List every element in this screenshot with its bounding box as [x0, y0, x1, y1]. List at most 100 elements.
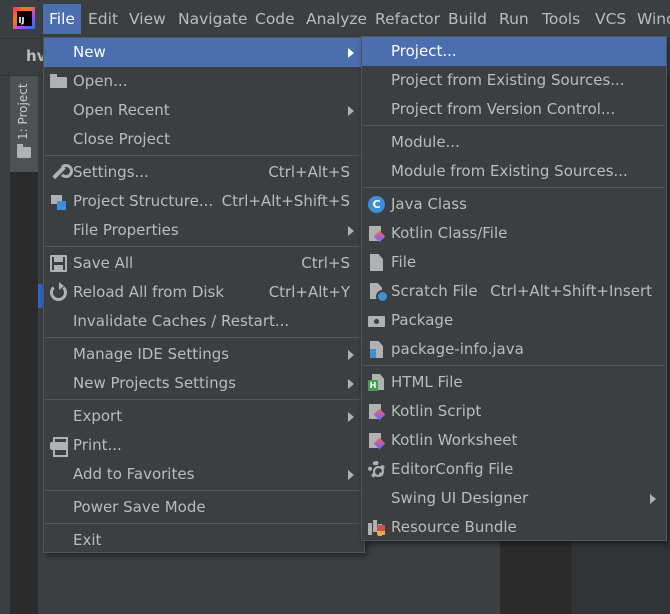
menu-item-project-structure[interactable]: Project Structure... Ctrl+Alt+Shift+S	[44, 187, 364, 216]
project-structure-icon	[50, 193, 67, 210]
submenu-arrow-icon	[348, 48, 354, 58]
menu-item-label: Manage IDE Settings	[73, 345, 230, 363]
submenu-arrow-icon	[348, 470, 354, 480]
menu-analyze[interactable]: Analyze	[306, 9, 367, 29]
folder-icon	[50, 74, 67, 88]
menu-code[interactable]: Code	[255, 9, 295, 29]
menu-item-kotlin-class-file[interactable]: Kotlin Class/File	[362, 219, 666, 248]
scratch-file-icon	[368, 283, 389, 303]
menu-item-close-project[interactable]: Close Project	[44, 125, 364, 154]
gear-icon	[368, 461, 385, 478]
menu-item-html-file[interactable]: HTML File	[362, 368, 666, 397]
menu-item-label: File	[391, 253, 417, 271]
menu-item-shortcut: Ctrl+Alt+S	[268, 163, 350, 181]
menu-item-label: Kotlin Class/File	[391, 224, 508, 242]
file-icon	[370, 254, 383, 271]
menu-item-label: File Properties	[73, 221, 179, 239]
menu-item-file-properties[interactable]: File Properties	[44, 216, 364, 245]
save-icon	[50, 255, 67, 272]
intellij-logo-icon: IJ	[13, 7, 35, 29]
submenu-arrow-icon	[348, 350, 354, 360]
kotlin-script-icon	[368, 403, 385, 420]
menu-item-scratch-file[interactable]: Scratch File Ctrl+Alt+Shift+Insert	[362, 277, 666, 306]
menu-item-java-class[interactable]: C Java Class	[362, 190, 666, 219]
menu-item-label: Add to Favorites	[73, 465, 195, 483]
menu-navigate[interactable]: Navigate	[178, 9, 248, 29]
menu-item-label: Scratch File	[391, 282, 478, 300]
menu-item-label: Open...	[73, 72, 128, 90]
menu-item-label: New	[73, 43, 106, 61]
menu-item-label: Kotlin Script	[391, 402, 482, 420]
menu-item-export[interactable]: Export	[44, 402, 364, 431]
menu-file[interactable]: File	[43, 4, 81, 34]
menu-item-swing-ui-designer[interactable]: Swing UI Designer	[362, 484, 666, 513]
menu-item-exit[interactable]: Exit	[44, 526, 364, 555]
menu-item-shortcut: Ctrl+Alt+Shift+S	[221, 192, 350, 210]
submenu-arrow-icon	[348, 412, 354, 422]
menu-item-label: Invalidate Caches / Restart...	[73, 312, 290, 330]
menu-item-new[interactable]: New	[44, 38, 364, 67]
menu-item-add-to-favorites[interactable]: Add to Favorites	[44, 460, 364, 489]
kotlin-worksheet-icon	[368, 432, 385, 449]
menu-item-label: Export	[73, 407, 123, 425]
menu-edit[interactable]: Edit	[88, 9, 118, 29]
menu-item-label: Project...	[391, 42, 457, 60]
menu-item-label: Resource Bundle	[391, 518, 517, 536]
package-icon	[368, 316, 385, 327]
menu-item-label: Exit	[73, 531, 102, 549]
menu-window[interactable]: Wind	[637, 9, 670, 29]
menu-separator	[45, 399, 363, 400]
menu-item-open-recent[interactable]: Open Recent	[44, 96, 364, 125]
menu-vcs[interactable]: VCS	[595, 9, 626, 29]
new-submenu: Project... Project from Existing Sources…	[361, 36, 667, 541]
menu-item-label: Reload All from Disk	[73, 283, 225, 301]
menu-item-file[interactable]: File	[362, 248, 666, 277]
menu-separator	[45, 155, 363, 156]
menu-item-invalidate-caches[interactable]: Invalidate Caches / Restart...	[44, 307, 364, 336]
menu-item-label: package-info.java	[391, 340, 524, 358]
menu-item-resource-bundle[interactable]: Resource Bundle	[362, 513, 666, 542]
menu-item-label: HTML File	[391, 373, 463, 391]
menu-item-label: Kotlin Worksheet	[391, 431, 518, 449]
menu-item-module[interactable]: Module...	[362, 128, 666, 157]
menu-item-power-save-mode[interactable]: Power Save Mode	[44, 493, 364, 522]
menu-item-new-project[interactable]: Project...	[362, 37, 666, 66]
menu-item-editorconfig-file[interactable]: EditorConfig File	[362, 455, 666, 484]
folder-icon	[17, 144, 31, 158]
menu-item-label: Close Project	[73, 130, 170, 148]
file-menu: New Open... Open Recent Close Project Se…	[43, 37, 365, 553]
menu-item-settings[interactable]: Settings... Ctrl+Alt+S	[44, 158, 364, 187]
menu-item-label: Settings...	[73, 163, 149, 181]
menu-tools[interactable]: Tools	[542, 9, 580, 29]
menu-separator	[363, 187, 665, 188]
menu-item-project-from-existing-sources[interactable]: Project from Existing Sources...	[362, 66, 666, 95]
menu-separator	[363, 125, 665, 126]
menu-item-save-all[interactable]: Save All Ctrl+S	[44, 249, 364, 278]
menu-item-print[interactable]: Print...	[44, 431, 364, 460]
wrench-icon	[50, 164, 73, 181]
menu-item-kotlin-script[interactable]: Kotlin Script	[362, 397, 666, 426]
menu-item-project-from-vcs[interactable]: Project from Version Control...	[362, 95, 666, 124]
menu-run[interactable]: Run	[499, 9, 529, 29]
menu-separator	[45, 523, 363, 524]
menu-item-package[interactable]: Package	[362, 306, 666, 335]
menu-item-label: Print...	[73, 436, 122, 454]
menu-item-kotlin-worksheet[interactable]: Kotlin Worksheet	[362, 426, 666, 455]
menu-refactor[interactable]: Refactor	[375, 9, 440, 29]
menu-item-reload-all[interactable]: Reload All from Disk Ctrl+Alt+Y	[44, 278, 364, 307]
left-tool-stripe	[0, 76, 10, 614]
menu-item-open[interactable]: Open...	[44, 67, 364, 96]
menu-item-package-info[interactable]: package-info.java	[362, 335, 666, 364]
project-tool-window-label: 1: Project	[16, 83, 30, 140]
menu-item-label: Save All	[73, 254, 134, 272]
menu-view[interactable]: View	[129, 9, 166, 29]
reload-icon	[50, 282, 67, 301]
menu-item-label: Project Structure...	[73, 192, 214, 210]
submenu-arrow-icon	[348, 379, 354, 389]
menu-item-manage-ide-settings[interactable]: Manage IDE Settings	[44, 340, 364, 369]
menu-build[interactable]: Build	[448, 9, 487, 29]
menu-item-label: New Projects Settings	[73, 374, 236, 392]
menu-item-new-projects-settings[interactable]: New Projects Settings	[44, 369, 364, 398]
menu-separator	[363, 365, 665, 366]
menu-item-module-from-existing-sources[interactable]: Module from Existing Sources...	[362, 157, 666, 186]
